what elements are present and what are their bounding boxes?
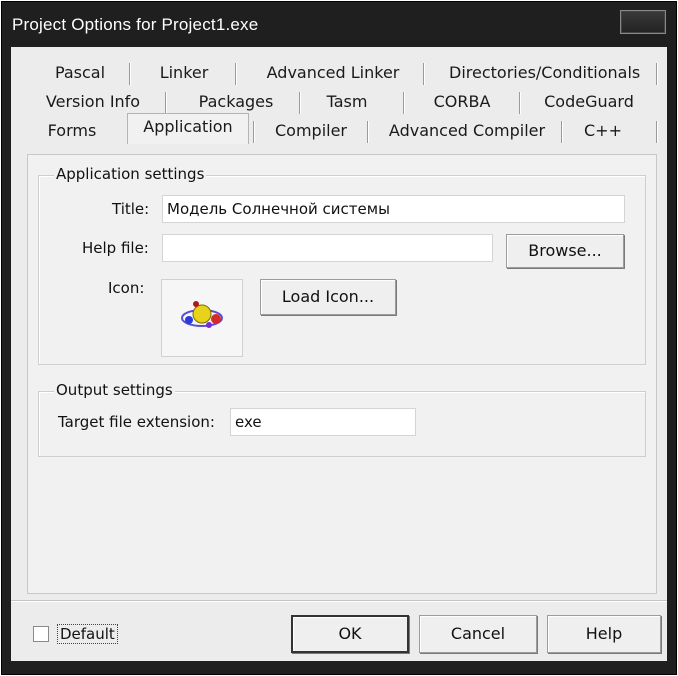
tab-advanced-compiler[interactable]: Advanced Compiler xyxy=(387,119,547,143)
close-button[interactable] xyxy=(620,10,666,34)
application-tab-page: Application settings Title: Модель Солне… xyxy=(27,154,657,594)
tab-cpp[interactable]: C++ xyxy=(581,119,625,143)
title-bar[interactable]: Project Options for Project1.exe xyxy=(2,2,676,46)
output-settings-label: Output settings xyxy=(54,381,175,399)
application-settings-label: Application settings xyxy=(54,165,207,183)
tab-separator xyxy=(367,121,368,143)
tab-separator xyxy=(403,92,404,114)
project-options-dialog: Project Options for Project1.exe Pascal … xyxy=(1,1,677,675)
tab-forms[interactable]: Forms xyxy=(43,119,101,143)
tab-corba[interactable]: CORBA xyxy=(425,90,499,114)
window-title: Project Options for Project1.exe xyxy=(12,15,259,34)
browse-button[interactable]: Browse... xyxy=(506,234,624,268)
title-field[interactable]: Модель Солнечной системы xyxy=(162,195,625,223)
target-extension-field[interactable]: exe xyxy=(230,408,416,436)
dialog-client-area: Pascal Linker Advanced Linker Directorie… xyxy=(11,47,667,661)
tab-linker[interactable]: Linker xyxy=(149,61,219,85)
ok-button[interactable]: OK xyxy=(291,615,409,653)
tab-packages[interactable]: Packages xyxy=(191,90,281,114)
default-label[interactable]: Default xyxy=(57,624,118,644)
target-extension-label: Target file extension: xyxy=(58,413,215,431)
tab-compiler[interactable]: Compiler xyxy=(271,119,351,143)
tab-separator xyxy=(235,63,236,85)
cancel-button[interactable]: Cancel xyxy=(419,615,537,653)
tab-separator xyxy=(561,121,562,143)
load-icon-button[interactable]: Load Icon... xyxy=(260,279,396,315)
title-label: Title: xyxy=(112,200,150,218)
help-button[interactable]: Help xyxy=(547,615,661,653)
tab-separator xyxy=(656,121,657,143)
icon-label: Icon: xyxy=(108,279,145,297)
default-checkbox[interactable] xyxy=(33,626,49,642)
tab-codeguard[interactable]: CodeGuard xyxy=(541,90,637,114)
tab-separator xyxy=(656,63,657,85)
tab-separator xyxy=(299,92,300,114)
tab-directories-conditionals[interactable]: Directories/Conditionals xyxy=(449,61,640,85)
solar-system-icon xyxy=(181,301,223,328)
tab-separator xyxy=(129,63,130,85)
tab-separator xyxy=(423,63,424,85)
tab-version-info[interactable]: Version Info xyxy=(45,90,141,114)
tab-pascal[interactable]: Pascal xyxy=(45,61,115,85)
tab-application[interactable]: Application xyxy=(127,113,249,144)
tab-separator xyxy=(253,121,254,143)
help-file-label: Help file: xyxy=(82,239,149,257)
footer-separator xyxy=(11,600,667,601)
help-file-field[interactable] xyxy=(162,234,493,262)
tab-tasm[interactable]: Tasm xyxy=(319,90,375,114)
tab-separator xyxy=(165,92,166,114)
icon-preview xyxy=(161,279,243,357)
tab-advanced-linker[interactable]: Advanced Linker xyxy=(259,61,407,85)
tab-separator xyxy=(519,92,520,114)
